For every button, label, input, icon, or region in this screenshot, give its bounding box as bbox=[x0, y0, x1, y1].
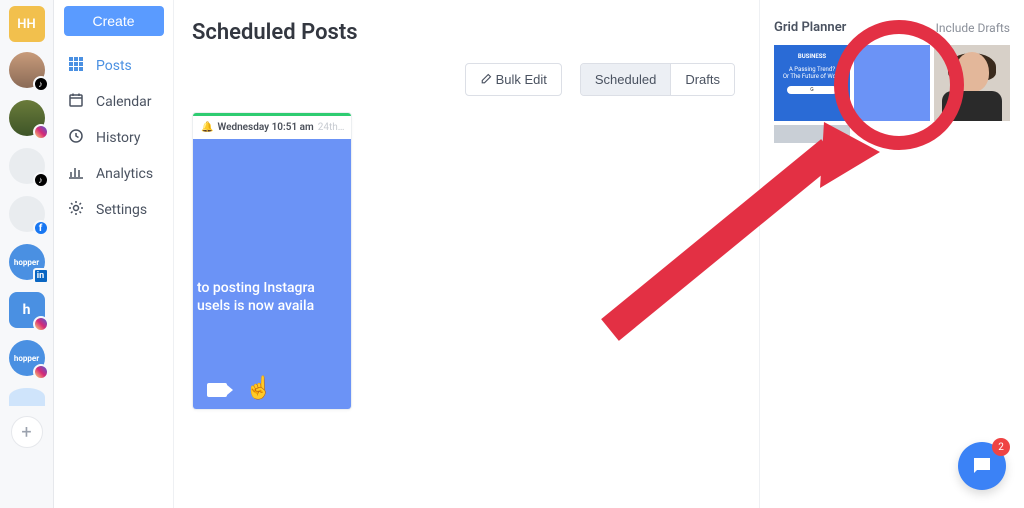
workspace-avatar[interactable]: HH bbox=[9, 6, 45, 42]
calendar-icon bbox=[68, 92, 86, 112]
grid-tile[interactable]: BUSINESS A Passing Trend? Or The Future … bbox=[774, 45, 850, 121]
post-meta: 🔔 Wednesday 10:51 am 24th… bbox=[193, 116, 351, 139]
post-card[interactable]: 🔔 Wednesday 10:51 am 24th… to posting In… bbox=[192, 112, 352, 410]
chat-button[interactable]: 2 bbox=[958, 442, 1006, 490]
bulk-edit-label: Bulk Edit bbox=[496, 72, 547, 87]
account-avatar[interactable]: f bbox=[9, 196, 45, 232]
bulk-edit-button[interactable]: Bulk Edit bbox=[465, 63, 562, 96]
nav-label: History bbox=[96, 130, 141, 146]
nav-posts[interactable]: Posts bbox=[54, 48, 173, 84]
toolbar: Bulk Edit Scheduled Drafts bbox=[192, 63, 735, 96]
nav-history[interactable]: History bbox=[54, 120, 173, 156]
video-icon bbox=[207, 383, 227, 397]
history-icon bbox=[68, 128, 86, 148]
chat-badge: 2 bbox=[992, 438, 1010, 456]
nav-panel: Create Posts Calendar History Analytics … bbox=[54, 0, 174, 508]
grid-tile[interactable] bbox=[934, 45, 1010, 121]
tap-icon: ☝ bbox=[245, 376, 272, 401]
grid-planner-panel: Grid Planner Include Drafts BUSINESS A P… bbox=[759, 0, 1024, 508]
grid-tile[interactable] bbox=[774, 125, 850, 143]
account-avatar[interactable] bbox=[9, 100, 45, 136]
facebook-icon: f bbox=[33, 220, 49, 236]
tiktok-icon: ♪ bbox=[33, 76, 49, 92]
gear-icon bbox=[68, 200, 86, 220]
account-avatar[interactable] bbox=[9, 388, 45, 406]
account-avatar[interactable]: h bbox=[9, 292, 45, 328]
instagram-icon bbox=[33, 364, 49, 380]
nav-label: Settings bbox=[96, 202, 147, 218]
account-avatar[interactable]: ♪ bbox=[9, 52, 45, 88]
view-segment: Scheduled Drafts bbox=[580, 63, 735, 96]
main-content: Scheduled Posts Bulk Edit Scheduled Draf… bbox=[174, 0, 759, 508]
nav-calendar[interactable]: Calendar bbox=[54, 84, 173, 120]
bell-icon: 🔔 bbox=[201, 122, 213, 133]
include-drafts-toggle[interactable]: Include Drafts bbox=[936, 21, 1010, 35]
analytics-icon bbox=[68, 164, 86, 184]
account-avatar[interactable]: ♪ bbox=[9, 148, 45, 184]
tab-drafts[interactable]: Drafts bbox=[671, 64, 734, 95]
nav-label: Posts bbox=[96, 58, 132, 74]
page-title: Scheduled Posts bbox=[192, 20, 735, 45]
tiktok-icon: ♪ bbox=[33, 172, 49, 188]
add-account-button[interactable]: + bbox=[11, 416, 43, 448]
post-media: to posting Instagra usels is now availa … bbox=[193, 139, 351, 409]
grid-planner-grid: BUSINESS A Passing Trend? Or The Future … bbox=[774, 45, 1010, 143]
linkedin-icon: in bbox=[33, 268, 49, 284]
account-avatar[interactable]: hopper in bbox=[9, 244, 45, 280]
nav-settings[interactable]: Settings bbox=[54, 192, 173, 228]
workspace-strip: HH ♪ ♪ f hopper in h hopper + bbox=[0, 0, 54, 508]
tab-scheduled[interactable]: Scheduled bbox=[581, 64, 671, 95]
grid-icon bbox=[68, 56, 86, 76]
nav-label: Calendar bbox=[96, 94, 152, 110]
instagram-icon bbox=[33, 124, 49, 140]
grid-planner-title: Grid Planner bbox=[774, 20, 846, 35]
instagram-icon bbox=[33, 316, 49, 332]
nav-label: Analytics bbox=[96, 166, 153, 182]
grid-tile[interactable] bbox=[854, 45, 930, 121]
account-avatar[interactable]: hopper bbox=[9, 340, 45, 376]
nav-analytics[interactable]: Analytics bbox=[54, 156, 173, 192]
post-caption: to posting Instagra usels is now availa bbox=[193, 279, 351, 315]
create-button[interactable]: Create bbox=[64, 6, 164, 36]
